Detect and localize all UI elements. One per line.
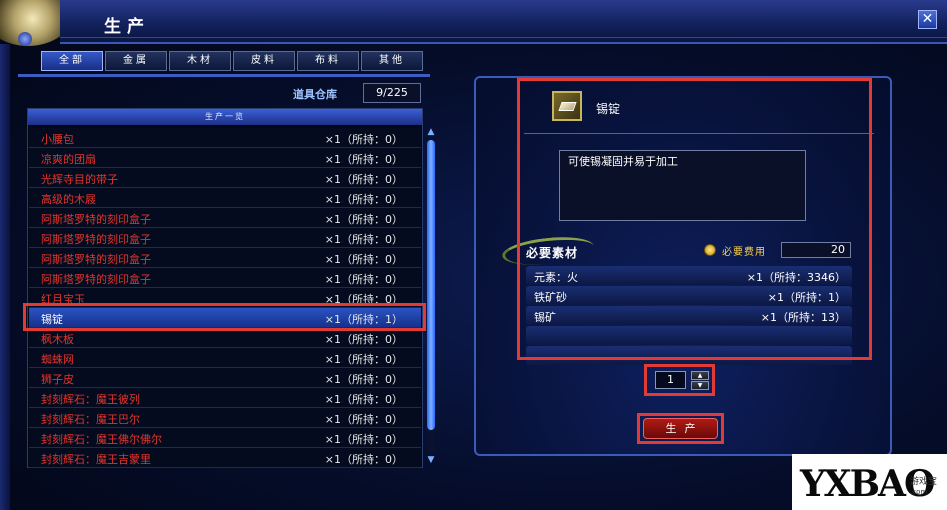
- list-item[interactable]: 封刻辉石：魔王巴尔 ×1（所持：0）: [29, 408, 421, 428]
- pillar-ornament-icon: [18, 32, 32, 46]
- close-icon: ✕: [921, 11, 934, 27]
- window-title: 生产: [104, 17, 150, 37]
- tab-leather[interactable]: 皮料: [233, 51, 295, 71]
- list-item-quantity: ×1（所持：0）: [324, 453, 403, 466]
- list-item-name: 阿斯塔罗特的刻印盒子: [41, 273, 151, 286]
- list-item[interactable]: 枫木板 ×1（所持：0）: [29, 328, 421, 348]
- list-item[interactable]: 封刻辉石：魔王彼列 ×1（所持：0）: [29, 388, 421, 408]
- selected-row-highlight: [23, 303, 426, 331]
- list-item-name: 高级的木屐: [41, 193, 96, 206]
- list-item[interactable]: 光辉寺目的带子 ×1（所持：0）: [29, 168, 421, 188]
- quantity-down-arrow-icon[interactable]: ▼: [691, 381, 709, 390]
- close-button[interactable]: ✕: [918, 10, 937, 29]
- list-item[interactable]: 阿斯塔罗特的刻印盒子 ×1（所持：0）: [29, 268, 421, 288]
- tab-other[interactable]: 其他: [361, 51, 423, 71]
- watermark-url: .com: [910, 488, 928, 496]
- list-item[interactable]: 阿斯塔罗特的刻印盒子 ×1（所持：0）: [29, 228, 421, 248]
- detail-highlight: [517, 78, 872, 360]
- list-item-name: 小腰包: [41, 133, 74, 146]
- list-item-quantity: ×1（所持：0）: [324, 173, 403, 186]
- list-scrollbar[interactable]: ▲ ▼: [425, 126, 437, 466]
- list-item-name: 凉爽的团扇: [41, 153, 96, 166]
- list-item-quantity: ×1（所持：0）: [324, 373, 403, 386]
- list-item-name: 阿斯塔罗特的刻印盒子: [41, 233, 151, 246]
- production-window: 生产 ✕ 全部 金属 木材 皮料 布料 其他 道具仓库 9/225 生产一览 小…: [0, 0, 947, 510]
- scroll-up-arrow-icon[interactable]: ▲: [425, 126, 437, 138]
- list-item[interactable]: 小腰包 ×1（所持：0）: [29, 128, 421, 148]
- tab-wood[interactable]: 木材: [169, 51, 231, 71]
- quantity-input[interactable]: 1: [655, 371, 686, 389]
- window-left-border: [0, 44, 10, 510]
- list-item-quantity: ×1（所持：0）: [324, 413, 403, 426]
- list-item-quantity: ×1（所持：0）: [324, 133, 403, 146]
- watermark-sub: 游戏宝: [910, 477, 938, 487]
- list-item-quantity: ×1（所持：0）: [324, 153, 403, 166]
- list-item[interactable]: 阿斯塔罗特的刻印盒子 ×1（所持：0）: [29, 248, 421, 268]
- list-item-name: 封刻辉石：魔王巴尔: [41, 413, 140, 426]
- scroll-thumb[interactable]: [427, 140, 435, 430]
- list-item-quantity: ×1（所持：0）: [324, 193, 403, 206]
- list-item[interactable]: 狮子皮 ×1（所持：0）: [29, 368, 421, 388]
- list-item-name: 阿斯塔罗特的刻印盒子: [41, 253, 151, 266]
- list-item-name: 封刻辉石：魔王彼列: [41, 393, 140, 406]
- list-item-name: 封刻辉石：魔王佛尔佛尔: [41, 433, 162, 446]
- list-item-name: 蜘蛛网: [41, 353, 74, 366]
- list-item[interactable]: 凉爽的团扇 ×1（所持：0）: [29, 148, 421, 168]
- list-item-name: 狮子皮: [41, 373, 74, 386]
- list-item-quantity: ×1（所持：0）: [324, 253, 403, 266]
- list-item-name: 枫木板: [41, 333, 74, 346]
- list-item-quantity: ×1（所持：0）: [324, 433, 403, 446]
- watermark-logo: YXBAO 游戏宝 .com: [792, 454, 947, 510]
- quantity-up-arrow-icon[interactable]: ▲: [691, 371, 709, 380]
- list-item[interactable]: 蜘蛛网 ×1（所持：0）: [29, 348, 421, 368]
- tabs-underline: [18, 74, 430, 77]
- list-item[interactable]: 高级的木屐 ×1（所持：0）: [29, 188, 421, 208]
- list-item[interactable]: 封刻辉石：魔王佛尔佛尔 ×1（所持：0）: [29, 428, 421, 448]
- list-item-quantity: ×1（所持：0）: [324, 353, 403, 366]
- storage-count: 9/225: [363, 83, 421, 103]
- tab-cloth[interactable]: 布料: [297, 51, 359, 71]
- list-header: 生产一览: [28, 109, 422, 125]
- list-item-quantity: ×1（所持：0）: [324, 233, 403, 246]
- scroll-down-arrow-icon[interactable]: ▼: [425, 454, 437, 466]
- list-item-quantity: ×1（所持：0）: [324, 273, 403, 286]
- list-item-quantity: ×1（所持：0）: [324, 393, 403, 406]
- tab-metal[interactable]: 金属: [105, 51, 167, 71]
- list-item-name: 封刻辉石：魔王吉蒙里: [41, 453, 151, 466]
- list-item[interactable]: 阿斯塔罗特的刻印盒子 ×1（所持：0）: [29, 208, 421, 228]
- list-item-quantity: ×1（所持：0）: [324, 213, 403, 226]
- list-item-quantity: ×1（所持：0）: [324, 333, 403, 346]
- list-item[interactable]: 封刻辉石：魔王吉蒙里 ×1（所持：0）: [29, 448, 421, 468]
- list-item-name: 光辉寺目的带子: [41, 173, 118, 186]
- production-list: 小腰包 ×1（所持：0） 凉爽的团扇 ×1（所持：0） 光辉寺目的带子 ×1（所持：0）高…: [29, 128, 421, 468]
- category-tabs: 全部 金属 木材 皮料 布料 其他: [41, 51, 423, 71]
- tab-all[interactable]: 全部: [41, 51, 103, 71]
- produce-button[interactable]: 生产: [643, 418, 718, 439]
- title-bar[interactable]: [60, 0, 947, 44]
- list-item-name: 阿斯塔罗特的刻印盒子: [41, 213, 151, 226]
- storage-label: 道具仓库: [293, 88, 337, 101]
